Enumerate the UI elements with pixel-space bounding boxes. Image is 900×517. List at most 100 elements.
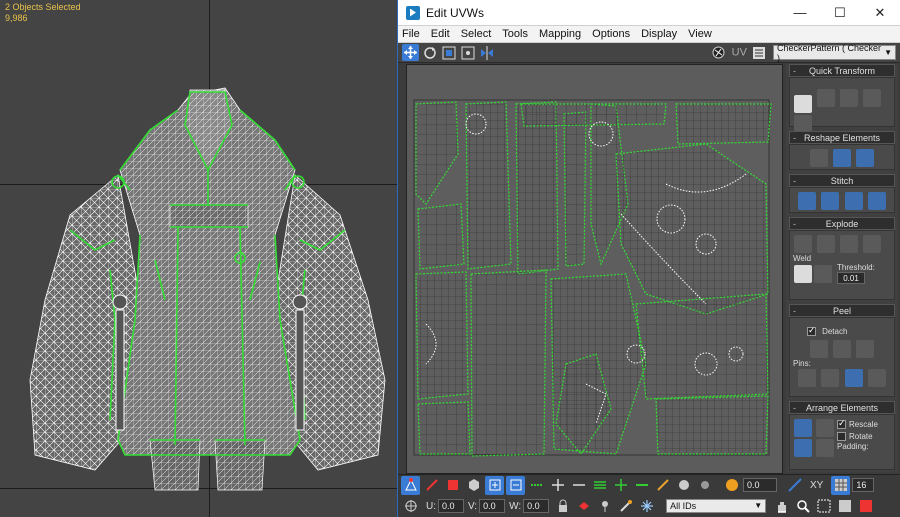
- rescale-elements-icon[interactable]: [816, 439, 834, 457]
- set-pivot-icon[interactable]: [794, 95, 812, 113]
- stitch-to-target-icon[interactable]: [844, 192, 863, 210]
- auto-pin-icon[interactable]: [844, 369, 863, 387]
- break-icon[interactable]: [794, 235, 812, 253]
- align-vertical-icon[interactable]: [840, 88, 859, 107]
- grow-ring-icon[interactable]: [611, 476, 630, 495]
- menu-select[interactable]: Select: [461, 28, 492, 40]
- scale-icon[interactable]: [440, 44, 457, 61]
- grow-selection-icon[interactable]: [485, 475, 504, 495]
- arrange-elements-header[interactable]: Arrange Elements: [789, 401, 895, 415]
- vertex-select-icon[interactable]: [401, 475, 420, 495]
- explode-header[interactable]: Explode: [789, 217, 895, 231]
- menu-options[interactable]: Options: [592, 28, 630, 40]
- hide-icon[interactable]: [574, 497, 593, 516]
- menu-display[interactable]: Display: [641, 28, 677, 40]
- show-map-icon[interactable]: [856, 497, 875, 516]
- flatten-by-angle-icon[interactable]: [840, 235, 859, 253]
- menu-edit[interactable]: Edit: [431, 28, 450, 40]
- reshape-elements-header[interactable]: Reshape Elements: [789, 131, 895, 145]
- minimize-button[interactable]: —: [780, 0, 820, 26]
- align-horizontal-icon[interactable]: [817, 88, 836, 107]
- grid-snap-icon[interactable]: [831, 475, 851, 495]
- stitch-average-icon[interactable]: [821, 192, 840, 210]
- zoom-extents-icon[interactable]: [835, 497, 854, 516]
- close-button[interactable]: ✕: [860, 0, 900, 26]
- grid-size-input[interactable]: 16: [852, 478, 875, 492]
- pack-custom-icon[interactable]: [816, 419, 834, 437]
- reset-peel-icon[interactable]: [856, 340, 875, 358]
- stitch-custom-icon[interactable]: [867, 192, 886, 210]
- menu-mapping[interactable]: Mapping: [539, 28, 581, 40]
- shrink-loop-icon[interactable]: [569, 476, 588, 495]
- edit-uvws-window[interactable]: Edit UVWs — ☐ ✕ File Edit Select Tools M…: [397, 0, 900, 517]
- relax-by-angle-icon[interactable]: [856, 149, 875, 167]
- detach-checkbox[interactable]: [807, 325, 816, 336]
- uv-channel-label: UV: [731, 46, 747, 59]
- pin-icon[interactable]: [798, 369, 817, 387]
- robe-wireframe-model[interactable]: [0, 0, 397, 517]
- menu-file[interactable]: File: [402, 28, 420, 40]
- v-input[interactable]: 0.0: [479, 499, 506, 513]
- falloff-type-icon[interactable]: [785, 476, 804, 495]
- paint-select-grow-icon[interactable]: [674, 476, 693, 495]
- relax-icon[interactable]: [833, 149, 851, 167]
- paint-select-shrink-icon[interactable]: [695, 476, 714, 495]
- window-titlebar[interactable]: Edit UVWs — ☐ ✕: [398, 0, 900, 26]
- shrink-ring-icon[interactable]: [632, 476, 651, 495]
- absolute-offset-icon[interactable]: [401, 497, 420, 516]
- paint-select-icon[interactable]: [653, 476, 672, 495]
- zoom-icon[interactable]: [793, 497, 812, 516]
- pack-normalize-icon[interactable]: [794, 419, 812, 437]
- threshold-input[interactable]: 0.01: [837, 272, 865, 284]
- edge-select-icon[interactable]: [422, 476, 441, 495]
- peel-mode-icon[interactable]: [833, 340, 851, 358]
- mirror-icon[interactable]: [478, 44, 495, 61]
- magic-wand-icon[interactable]: [616, 497, 635, 516]
- material-id-dropdown[interactable]: All IDs ▼: [666, 499, 767, 513]
- weld-selected-icon[interactable]: [814, 264, 832, 283]
- pack-together-icon[interactable]: [794, 439, 812, 457]
- detach-edge-icon[interactable]: [817, 235, 836, 253]
- texture-dropdown[interactable]: CheckerPattern ( Checker ) ▼: [773, 43, 896, 63]
- texture-list-icon[interactable]: [750, 44, 767, 61]
- face-select-icon[interactable]: [443, 476, 462, 495]
- unpin-icon[interactable]: [821, 369, 840, 387]
- stitch-header[interactable]: Stitch: [789, 174, 895, 188]
- pin-toggle-icon[interactable]: [595, 497, 614, 516]
- u-input[interactable]: 0.0: [438, 499, 464, 513]
- stitch-to-source-icon[interactable]: [798, 192, 817, 210]
- menu-view[interactable]: View: [688, 28, 712, 40]
- zoom-region-icon[interactable]: [814, 497, 833, 516]
- lock-selection-icon[interactable]: [553, 497, 572, 516]
- xy-label[interactable]: XY: [810, 480, 823, 491]
- select-pins-icon[interactable]: [867, 369, 886, 387]
- target-weld-icon[interactable]: [794, 264, 812, 283]
- rotate-icon[interactable]: [421, 44, 438, 61]
- uv-editor-canvas[interactable]: [406, 64, 783, 474]
- freeform-icon[interactable]: [459, 44, 476, 61]
- w-input[interactable]: 0.0: [523, 499, 550, 513]
- soft-selection-icon[interactable]: [722, 476, 741, 495]
- top-toolbar: UV CheckerPattern ( Checker ) ▼: [398, 43, 900, 63]
- loop-select-icon[interactable]: [527, 476, 546, 495]
- shrink-selection-icon[interactable]: [506, 475, 525, 495]
- 3d-viewport[interactable]: 2 Objects Selected 9,986: [0, 0, 397, 517]
- rotate-90-icon[interactable]: [863, 88, 882, 107]
- peel-header[interactable]: Peel: [789, 304, 895, 318]
- texture-icon[interactable]: [710, 44, 727, 61]
- rotate-checkbox[interactable]: [837, 431, 846, 441]
- grow-loop-icon[interactable]: [548, 476, 567, 495]
- straighten-icon[interactable]: [809, 149, 828, 167]
- element-select-icon[interactable]: [464, 476, 483, 495]
- quick-peel-icon[interactable]: [809, 340, 828, 358]
- ring-select-icon[interactable]: [590, 476, 609, 495]
- maximize-button[interactable]: ☐: [820, 0, 860, 26]
- move-icon[interactable]: [402, 44, 419, 61]
- falloff-input[interactable]: 0.0: [743, 478, 777, 492]
- menu-tools[interactable]: Tools: [502, 28, 528, 40]
- rescale-checkbox[interactable]: [837, 418, 846, 429]
- pan-hand-icon[interactable]: [772, 497, 791, 516]
- snowflake-icon[interactable]: [637, 497, 656, 516]
- flatten-by-material-icon[interactable]: [863, 235, 882, 253]
- quick-transform-header[interactable]: Quick Transform: [789, 64, 895, 78]
